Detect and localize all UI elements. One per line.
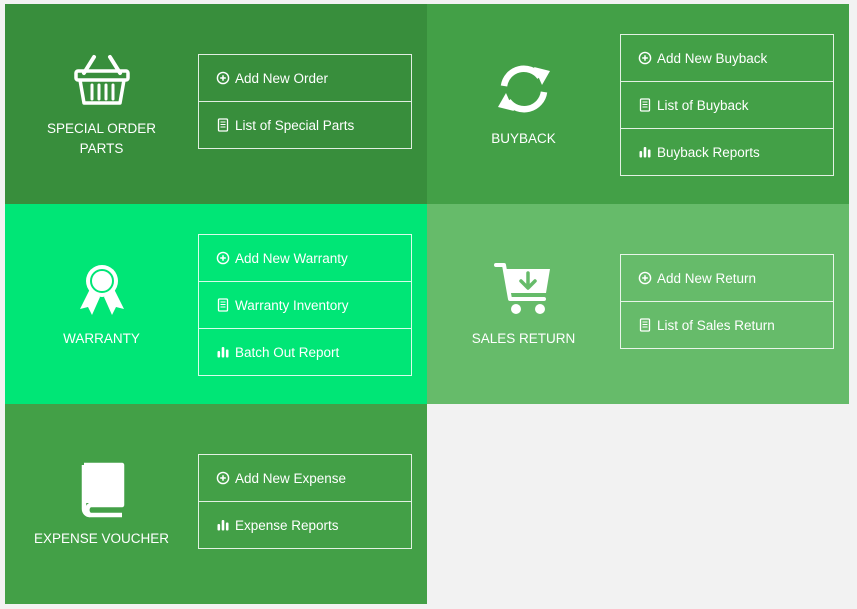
tile-header: EXPENSE VOUCHER — [5, 404, 198, 604]
list-doc-icon — [638, 318, 652, 332]
tile-menu: Add New Expense Expense Reports — [198, 454, 412, 549]
menu-item-label: Add New Expense — [235, 470, 347, 486]
menu-item-label: Buyback Reports — [657, 144, 760, 160]
tile-header: WARRANTY — [5, 204, 198, 404]
tile-title: BUYBACK — [491, 131, 556, 146]
add-new-buyback-link[interactable]: Add New Buyback — [621, 35, 833, 81]
tile-header: SPECIAL ORDER PARTS — [5, 4, 198, 204]
menu-item-label: Add New Return — [657, 270, 757, 286]
tile-header: SALES RETURN — [427, 204, 620, 404]
list-doc-icon — [216, 118, 230, 132]
refresh-icon — [494, 59, 554, 119]
menu-item-label: Expense Reports — [235, 517, 339, 533]
award-ribbon-icon — [72, 259, 132, 319]
book-icon — [72, 459, 132, 519]
menu-item-label: Batch Out Report — [235, 344, 340, 360]
menu-item-label: Warranty Inventory — [235, 297, 349, 313]
plus-circle-icon — [216, 71, 230, 85]
batch-out-report-link[interactable]: Batch Out Report — [199, 328, 411, 375]
bar-chart-icon — [216, 345, 230, 359]
plus-circle-icon — [638, 51, 652, 65]
menu-item-label: Add New Order — [235, 70, 329, 86]
add-new-warranty-link[interactable]: Add New Warranty — [199, 235, 411, 281]
plus-circle-icon — [216, 251, 230, 265]
bar-chart-icon — [216, 518, 230, 532]
tile-buyback: BUYBACK Add New Buyback List of Buyback … — [427, 4, 849, 204]
menu-item-label: Add New Warranty — [235, 250, 348, 266]
add-new-return-link[interactable]: Add New Return — [621, 255, 833, 301]
list-of-special-parts-link[interactable]: List of Special Parts — [199, 101, 411, 148]
list-doc-icon — [216, 298, 230, 312]
plus-circle-icon — [216, 471, 230, 485]
add-new-order-link[interactable]: Add New Order — [199, 55, 411, 101]
warranty-inventory-link[interactable]: Warranty Inventory — [199, 281, 411, 328]
tile-warranty: WARRANTY Add New Warranty Warranty Inven… — [5, 204, 427, 404]
tile-menu: Add New Warranty Warranty Inventory Batc… — [198, 234, 412, 376]
tile-expense-voucher: EXPENSE VOUCHER Add New Expense Expense … — [5, 404, 427, 604]
expense-reports-link[interactable]: Expense Reports — [199, 501, 411, 548]
tile-title: EXPENSE VOUCHER — [33, 531, 170, 546]
tile-menu: Add New Buyback List of Buyback Buyback … — [620, 34, 834, 176]
tile-title: SALES RETURN — [471, 331, 576, 346]
add-new-expense-link[interactable]: Add New Expense — [199, 455, 411, 501]
bar-chart-icon — [638, 145, 652, 159]
tile-menu: Add New Return List of Sales Return — [620, 254, 834, 349]
tile-header: BUYBACK — [427, 4, 620, 204]
menu-item-label: List of Sales Return — [657, 317, 775, 333]
tile-title: SPECIAL ORDER PARTS — [46, 121, 157, 156]
list-doc-icon — [638, 98, 652, 112]
plus-circle-icon — [638, 271, 652, 285]
menu-item-label: Add New Buyback — [657, 50, 768, 66]
tile-menu: Add New Order List of Special Parts — [198, 54, 412, 149]
list-of-buyback-link[interactable]: List of Buyback — [621, 81, 833, 128]
tile-special-order-parts: SPECIAL ORDER PARTS Add New Order List o… — [5, 4, 427, 204]
tile-title: WARRANTY — [63, 331, 140, 346]
menu-item-label: List of Buyback — [657, 97, 749, 113]
menu-item-label: List of Special Parts — [235, 117, 355, 133]
basket-icon — [72, 49, 132, 109]
buyback-reports-link[interactable]: Buyback Reports — [621, 128, 833, 175]
cart-download-icon — [493, 259, 554, 319]
tile-sales-return: SALES RETURN Add New Return List of Sale… — [427, 204, 849, 404]
list-of-sales-return-link[interactable]: List of Sales Return — [621, 301, 833, 348]
